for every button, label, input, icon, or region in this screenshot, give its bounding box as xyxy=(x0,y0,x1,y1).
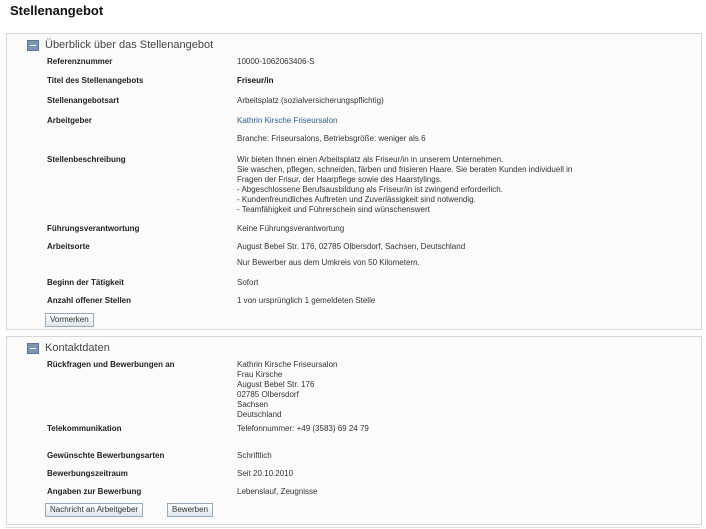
message-employer-button[interactable]: Nachricht an Arbeitgeber xyxy=(45,503,144,517)
value-angaben: Lebenslauf, Zeugnisse xyxy=(237,487,318,496)
value-anzahl-stellen: 1 von ursprünglich 1 gemeldeten Stelle xyxy=(237,296,376,305)
description-line: - Abgeschlossene Berufsausbildung als Fr… xyxy=(237,185,503,194)
overview-panel-title: Überblick über das Stellenangebot xyxy=(45,39,214,51)
bookmark-button[interactable]: Vormerken xyxy=(45,313,94,327)
workplace-address: August Bebel Str. 176, 02785 Olbersdorf,… xyxy=(237,242,466,251)
page-title: Stellenangebot xyxy=(10,3,104,18)
footer-divider xyxy=(6,527,700,528)
contact-address-line: Sachsen xyxy=(237,400,269,409)
collapse-minus-icon[interactable] xyxy=(27,342,39,354)
label-beginn: Beginn der Tätigkeit xyxy=(47,278,124,287)
employer-branch: Branche: Friseursalons, Betriebsgröße: w… xyxy=(237,134,426,143)
value-stellenbeschreibung: Wir bieten Ihnen einen Arbeitsplatz als … xyxy=(237,155,677,215)
value-bewerbungsarten: Schriftlich xyxy=(237,451,272,460)
value-titel: Friseur/in xyxy=(237,76,274,85)
value-stellenangebotsart: Arbeitsplatz (sozialversicherungspflicht… xyxy=(237,96,384,105)
label-bewerbungszeitraum: Bewerbungszeitraum xyxy=(47,469,128,478)
description-line: Wir bieten Ihnen einen Arbeitsplatz als … xyxy=(237,155,504,164)
label-bewerbungsarten: Gewünschte Bewerbungsarten xyxy=(47,451,165,460)
value-fuehrungsverantwortung: Keine Führungsverantwortung xyxy=(237,224,345,233)
label-arbeitsorte: Arbeitsorte xyxy=(47,242,90,251)
value-rueckfragen: Kathrin Kirsche Friseursalon Frau Kirsch… xyxy=(237,360,677,420)
contact-address-line: Frau Kirsche xyxy=(237,370,283,379)
contact-address-line: August Bebel Str. 176 xyxy=(237,380,315,389)
label-arbeitgeber: Arbeitgeber xyxy=(47,116,92,125)
contact-address-line: 02785 Olbersdorf xyxy=(237,390,299,399)
value-telekommunikation: Telefonnummer: +49 (3583) 69 24 79 xyxy=(237,424,369,433)
label-fuehrungsverantwortung: Führungsverantwortung xyxy=(47,224,140,233)
contact-address-line: Kathrin Kirsche Friseursalon xyxy=(237,360,338,369)
contact-panel-title: Kontaktdaten xyxy=(45,342,110,354)
contact-panel: Kontaktdaten Rückfragen und Bewerbungen … xyxy=(6,336,702,525)
overview-panel: Überblick über das Stellenangebot Refere… xyxy=(6,33,702,330)
collapse-minus-icon[interactable] xyxy=(27,39,39,51)
workplace-radius: Nur Bewerber aus dem Umkreis von 50 Kilo… xyxy=(237,258,420,267)
value-arbeitgeber: Kathrin Kirsche Friseursalon Branche: Fr… xyxy=(237,116,677,144)
description-line: Fragen der Frisur, der Haarpflege sowie … xyxy=(237,175,442,184)
label-referenznummer: Referenznummer xyxy=(47,57,113,66)
label-anzahl-stellen: Anzahl offener Stellen xyxy=(47,296,132,305)
employer-link[interactable]: Kathrin Kirsche Friseursalon xyxy=(237,116,677,126)
value-arbeitsorte: August Bebel Str. 176, 02785 Olbersdorf,… xyxy=(237,242,677,268)
label-telekommunikation: Telekommunikation xyxy=(47,424,122,433)
apply-button[interactable]: Bewerben xyxy=(167,503,214,517)
contact-address-line: Deutschland xyxy=(237,410,282,419)
label-angaben: Angaben zur Bewerbung xyxy=(47,487,142,496)
description-line: Sie waschen, pflegen, schneiden, färben … xyxy=(237,165,573,174)
value-bewerbungszeitraum: Seit 20.10.2010 xyxy=(237,469,294,478)
label-stellenangebotsart: Stellenangebotsart xyxy=(47,96,120,105)
description-line: - Teamfähigkeit und Führerschein sind wü… xyxy=(237,205,430,214)
overview-panel-header[interactable]: Überblick über das Stellenangebot xyxy=(27,38,213,52)
label-stellenbeschreibung: Stellenbeschreibung xyxy=(47,155,126,164)
label-rueckfragen: Rückfragen und Bewerbungen an xyxy=(47,360,175,369)
description-line: - Kundenfreundliches Auftreten und Zuver… xyxy=(237,195,476,204)
value-beginn: Sofort xyxy=(237,278,259,287)
label-titel: Titel des Stellenangebots xyxy=(47,76,144,85)
value-referenznummer: 10000-1062063406-S xyxy=(237,57,315,66)
contact-panel-header[interactable]: Kontaktdaten xyxy=(27,341,110,355)
